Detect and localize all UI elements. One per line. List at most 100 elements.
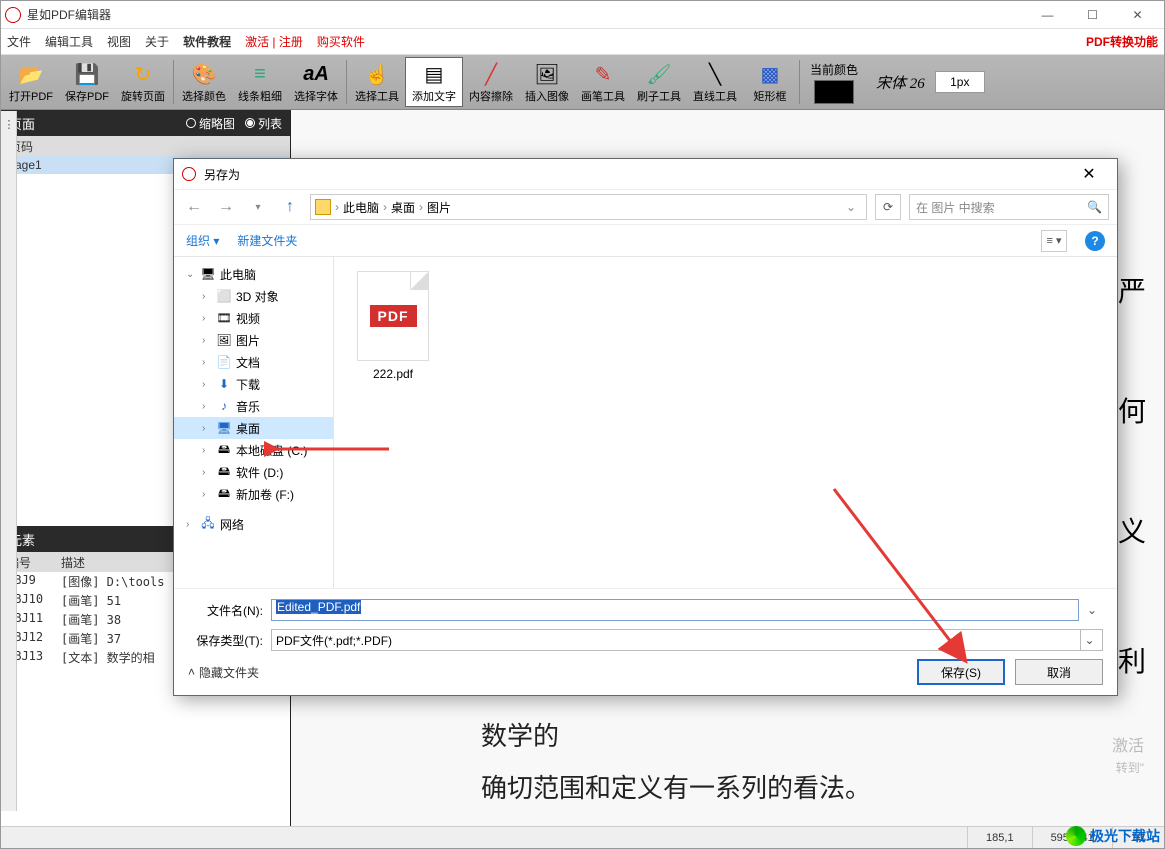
folder-icon	[315, 199, 331, 215]
hide-folders-toggle[interactable]: ˄隐藏文件夹	[188, 664, 259, 681]
pointer-icon: ☝	[363, 60, 391, 88]
dialog-nav: ← → ▾ ↑ › 此电脑 › 桌面 › 图片 ⌄ ⟳ 在 图片 中搜索 🔍	[174, 189, 1117, 225]
tree-this-pc[interactable]: ⌄🖥此电脑	[174, 263, 333, 285]
tree-documents[interactable]: ›📄文档	[174, 351, 333, 373]
text-block-icon: ▤	[420, 60, 448, 88]
breadcrumb-segment[interactable]: 此电脑	[343, 199, 379, 216]
nav-up-button[interactable]: ↑	[278, 195, 302, 219]
search-input[interactable]: 在 图片 中搜索 🔍	[909, 194, 1109, 220]
save-button[interactable]: 保存(S)	[917, 659, 1005, 685]
tree-drive-c[interactable]: ›🖴本地磁盘 (C:)	[174, 439, 333, 461]
cancel-button[interactable]: 取消	[1015, 659, 1103, 685]
select-tool-button[interactable]: ☝选择工具	[349, 57, 405, 107]
edge-icon[interactable]: ⋮	[2, 112, 16, 136]
status-pos: 185,1	[967, 827, 1032, 848]
main-window: 星如PDF编辑器 — ☐ ✕ 文件 编辑工具 视图 关于 软件教程 激活 | 注…	[0, 0, 1165, 849]
rotate-page-button[interactable]: ↻旋转页面	[115, 57, 171, 107]
erase-button[interactable]: ╱内容擦除	[463, 57, 519, 107]
pictures-icon: 🖼	[216, 332, 232, 348]
side-char-4: 利	[1118, 640, 1146, 680]
px-input[interactable]: 1px	[935, 71, 985, 93]
filetype-select[interactable]: PDF文件(*.pdf;*.PDF) ⌄	[271, 629, 1103, 651]
help-button[interactable]: ?	[1085, 231, 1105, 251]
window-controls: — ☐ ✕	[1025, 1, 1160, 29]
view-mode-button[interactable]: ≡ ▾	[1041, 230, 1067, 252]
thumbnail-radio[interactable]: 缩略图	[186, 115, 235, 132]
tree-3d[interactable]: ›⬜3D 对象	[174, 285, 333, 307]
chevron-up-icon: ˄	[188, 665, 195, 679]
menu-activate[interactable]: 激活 | 注册	[245, 33, 303, 50]
folder-tree[interactable]: ⌄🖥此电脑 ›⬜3D 对象 ›🎞视频 ›🖼图片 ›📄文档 ›⬇下载 ›♪音乐 ›…	[174, 257, 334, 588]
current-color-label: 当前颜色	[810, 61, 858, 78]
cube-icon: ⬜	[216, 288, 232, 304]
music-icon: ♪	[216, 398, 232, 414]
menu-about[interactable]: 关于	[145, 33, 169, 50]
tree-videos[interactable]: ›🎞视频	[174, 307, 333, 329]
close-button[interactable]: ✕	[1115, 1, 1160, 29]
nav-back-button[interactable]: ←	[182, 195, 206, 219]
font-display[interactable]: 宋体 26	[866, 72, 935, 93]
list-radio[interactable]: 列表	[245, 115, 282, 132]
menu-buy[interactable]: 购买软件	[317, 33, 365, 50]
search-placeholder: 在 图片 中搜索	[916, 199, 995, 216]
folder-open-icon: 📂	[17, 60, 45, 88]
download-icon: ⬇	[216, 376, 232, 392]
chevron-right-icon: ›	[419, 200, 423, 214]
titlebar: 星如PDF编辑器 — ☐ ✕	[1, 1, 1164, 29]
tree-pictures[interactable]: ›🖼图片	[174, 329, 333, 351]
file-item[interactable]: PDF 222.pdf	[348, 271, 438, 381]
line-tool-button[interactable]: ╲直线工具	[687, 57, 743, 107]
expand-icon[interactable]: ⌄	[186, 269, 196, 280]
tree-network[interactable]: ›🖧网络	[174, 513, 333, 535]
insert-image-button[interactable]: 🖼插入图像	[519, 57, 575, 107]
toolbar: 📂打开PDF 💾保存PDF ↻旋转页面 🎨选择颜色 ≡线条粗细 aA选择字体 ☝…	[1, 55, 1164, 110]
current-color-display: 当前颜色	[802, 61, 866, 104]
page-num-header: 页码	[1, 136, 290, 156]
save-pdf-button[interactable]: 💾保存PDF	[59, 57, 115, 107]
menu-edit-tools[interactable]: 编辑工具	[45, 33, 93, 50]
tree-desktop[interactable]: ›🖥桌面	[174, 417, 333, 439]
refresh-button[interactable]: ⟳	[875, 194, 901, 220]
font-icon: aA	[302, 60, 330, 88]
nav-forward-button[interactable]: →	[214, 195, 238, 219]
rect-tool-button[interactable]: ▩矩形框	[743, 57, 797, 107]
line-weight-icon: ≡	[246, 60, 274, 88]
filename-input[interactable]: Edited_PDF.pdf	[271, 599, 1079, 621]
new-folder-button[interactable]: 新建文件夹	[237, 232, 297, 249]
chevron-right-icon: ›	[383, 200, 387, 214]
tree-drive-f[interactable]: ›🖴新加卷 (F:)	[174, 483, 333, 505]
menu-file[interactable]: 文件	[7, 33, 31, 50]
goto-watermark: 转到"	[1116, 759, 1144, 776]
app-icon	[5, 7, 21, 23]
view-mode-radios: 缩略图 列表	[186, 115, 282, 132]
file-list[interactable]: PDF 222.pdf	[334, 257, 1117, 588]
color-swatch[interactable]	[814, 80, 854, 104]
filename-dropdown[interactable]: ⌄	[1087, 603, 1103, 617]
maximize-button[interactable]: ☐	[1070, 1, 1115, 29]
tree-drive-d[interactable]: ›🖴软件 (D:)	[174, 461, 333, 483]
dialog-close-button[interactable]: ✕	[1069, 160, 1109, 188]
add-text-button[interactable]: ▤添加文字	[405, 57, 463, 107]
minimize-button[interactable]: —	[1025, 1, 1070, 29]
open-pdf-button[interactable]: 📂打开PDF	[3, 57, 59, 107]
line-weight-button[interactable]: ≡线条粗细	[232, 57, 288, 107]
organize-menu[interactable]: 组织 ▾	[186, 232, 219, 249]
nav-recent-button[interactable]: ▾	[246, 195, 270, 219]
menu-convert[interactable]: PDF转换功能	[1086, 33, 1158, 50]
menu-view[interactable]: 视图	[107, 33, 131, 50]
search-icon: 🔍	[1087, 200, 1102, 214]
tree-music[interactable]: ›♪音乐	[174, 395, 333, 417]
save-icon: 💾	[73, 60, 101, 88]
brush-tool-button[interactable]: ✎画笔工具	[575, 57, 631, 107]
paint-tool-button[interactable]: 🖌刷子工具	[631, 57, 687, 107]
breadcrumb-segment[interactable]: 桌面	[391, 199, 415, 216]
breadcrumb[interactable]: › 此电脑 › 桌面 › 图片 ⌄	[310, 194, 867, 220]
tree-downloads[interactable]: ›⬇下载	[174, 373, 333, 395]
choose-font-button[interactable]: aA选择字体	[288, 57, 344, 107]
pdf-badge-icon: PDF	[370, 305, 417, 327]
choose-color-button[interactable]: 🎨选择颜色	[176, 57, 232, 107]
menu-tutorial[interactable]: 软件教程	[183, 33, 231, 50]
breadcrumb-segment[interactable]: 图片	[427, 199, 451, 216]
file-name: 222.pdf	[348, 367, 438, 381]
breadcrumb-dropdown[interactable]: ⌄	[840, 200, 862, 214]
